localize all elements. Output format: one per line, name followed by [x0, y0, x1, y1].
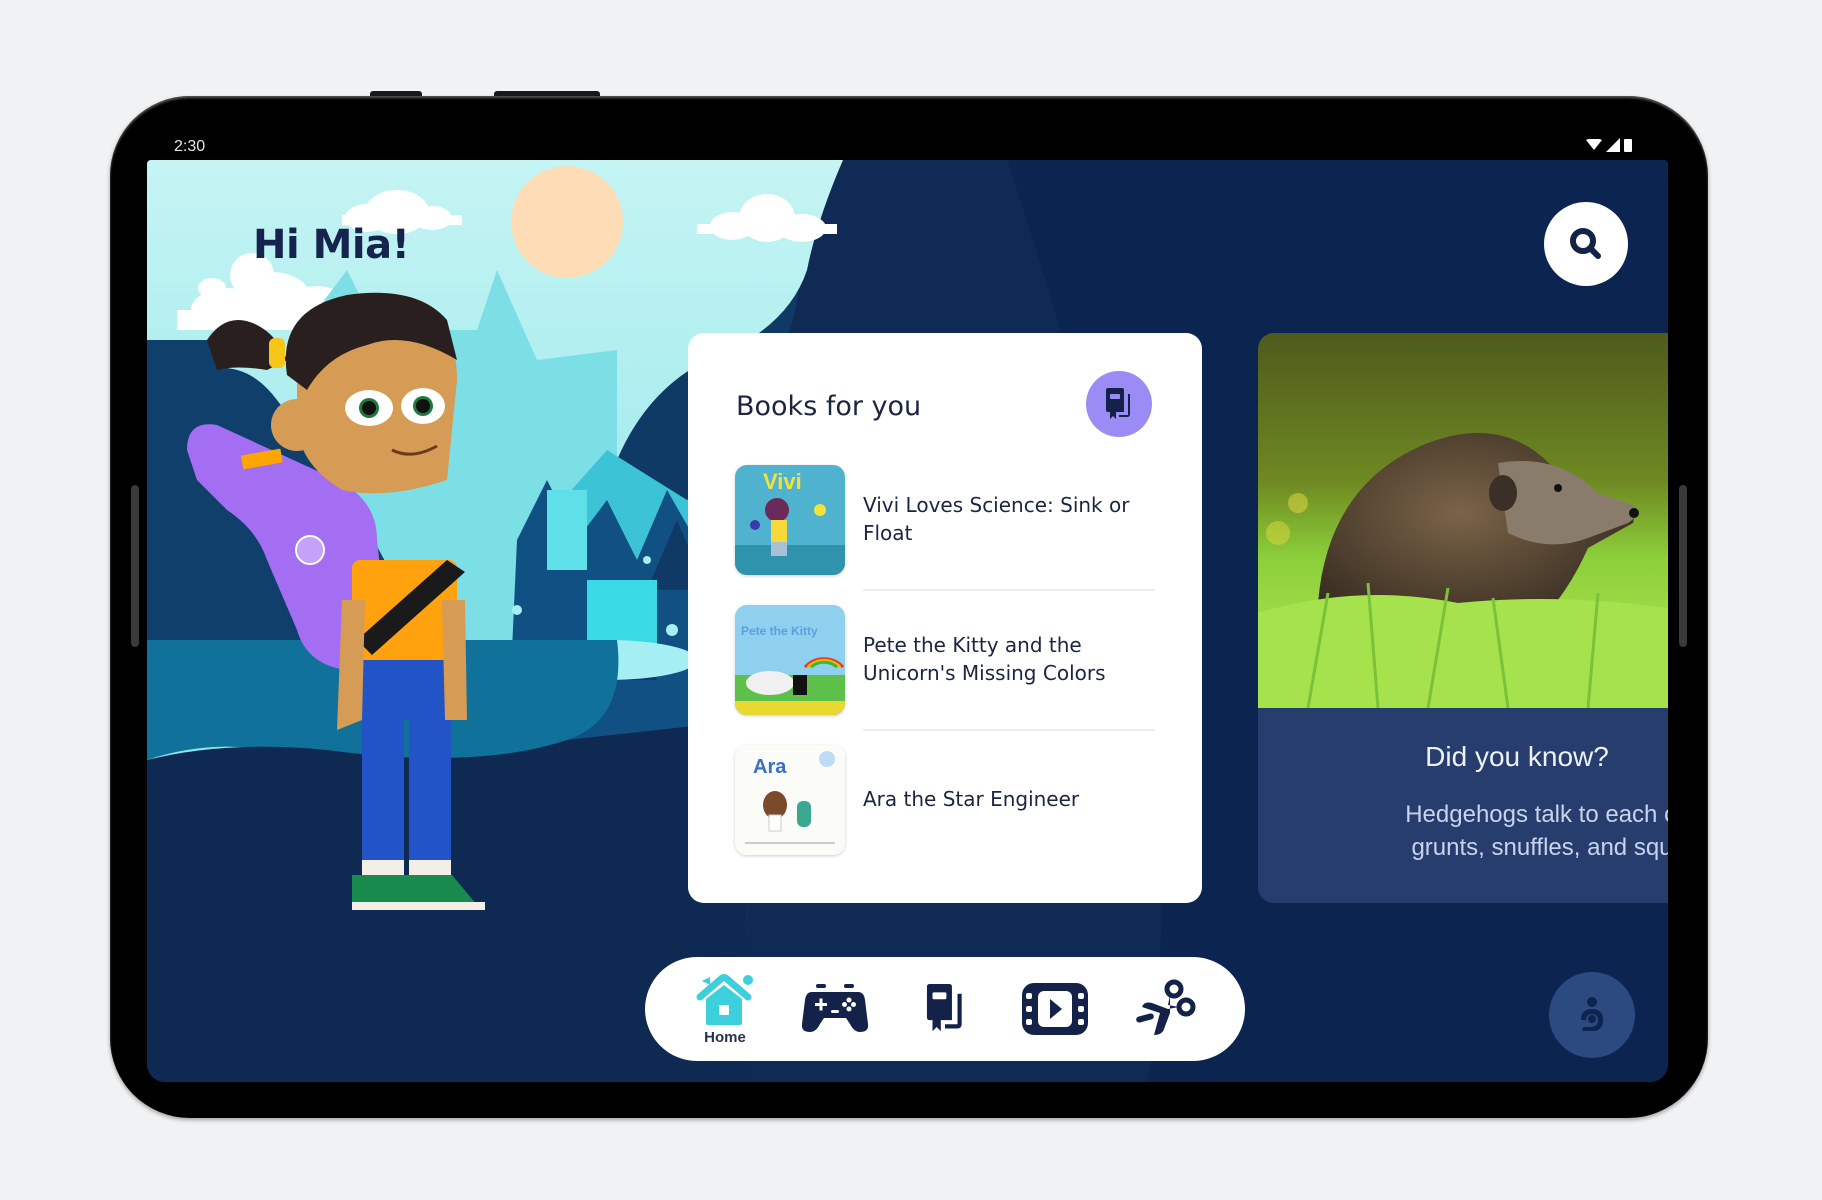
svg-text:Pete the Kitty: Pete the Kitty: [741, 624, 818, 638]
left-side-button: [131, 485, 139, 647]
divider: [863, 589, 1155, 591]
books-for-you-card: Books for you Vivi Vivi Loves Science: S: [688, 333, 1202, 903]
books-icon: [926, 984, 962, 1032]
gamepad-icon: [802, 984, 868, 1032]
nav-item-books[interactable]: [908, 964, 982, 1054]
nav-item-videos[interactable]: [1018, 964, 1092, 1054]
nav-item-games[interactable]: [798, 964, 872, 1054]
hedgehog-photo: [1258, 333, 1668, 708]
svg-text:Vivi: Vivi: [763, 469, 802, 494]
book-item-pete-the-kitty[interactable]: Pete the Kitty Pete the Kitty and the Un…: [735, 605, 1155, 717]
status-icons: [1586, 138, 1632, 152]
books-card-title: Books for you: [736, 391, 922, 422]
svg-text:Ara: Ara: [753, 756, 787, 778]
nav-label-home: Home: [704, 1028, 746, 1046]
fact-body-line: grunts, snuffles, and squeal: [1411, 834, 1668, 861]
scissors-icon: [1136, 979, 1196, 1035]
books-icon: [1106, 388, 1130, 419]
fact-body-line: Hedgehogs talk to each othe: [1405, 801, 1668, 828]
nav-item-crafts[interactable]: [1128, 964, 1202, 1054]
book-cover-ara: Ara: [735, 745, 845, 855]
bottom-nav: Home: [645, 957, 1245, 1061]
status-time: 2:30: [174, 138, 206, 155]
book-item-ara[interactable]: Ara Ara the Star Engineer: [735, 745, 1155, 857]
fact-title: Did you know?: [1425, 741, 1609, 772]
parent-settings-button[interactable]: [1549, 972, 1635, 1058]
parent-icon: [1581, 997, 1603, 1031]
book-title: Ara the Star Engineer: [863, 787, 1080, 811]
sun: [511, 166, 623, 278]
books-card-button[interactable]: [1086, 371, 1152, 437]
divider: [863, 729, 1155, 731]
right-side-button: [1679, 485, 1687, 647]
greeting-title: Hi Mia!: [253, 222, 410, 268]
did-you-know-card[interactable]: Did you know? Hedgehogs talk to each oth…: [1258, 333, 1668, 903]
wifi-icon: [1586, 139, 1602, 150]
search-icon: [1570, 228, 1601, 259]
book-title: Vivi Loves Science: Sink or Float: [863, 493, 1130, 545]
signal-icon: [1606, 138, 1620, 152]
nav-item-home[interactable]: Home: [688, 964, 762, 1054]
home-icon: [696, 973, 753, 1025]
home-screen: Hi Mia! Books for you Vivi Vivi Loves Sc…: [147, 160, 1668, 1082]
video-icon: [1022, 983, 1088, 1035]
fact-body: Hedgehogs talk to each othe grunts, snuf…: [1308, 798, 1668, 864]
book-title: Pete the Kitty and the Unicorn's Missing…: [863, 633, 1106, 685]
book-cover-vivi: Vivi: [735, 465, 845, 575]
search-button[interactable]: [1544, 202, 1628, 286]
battery-icon: [1624, 139, 1632, 152]
book-item-vivi[interactable]: Vivi Vivi Loves Science: Sink or Float: [735, 465, 1155, 577]
book-cover-pete-the-kitty: Pete the Kitty: [735, 605, 845, 715]
